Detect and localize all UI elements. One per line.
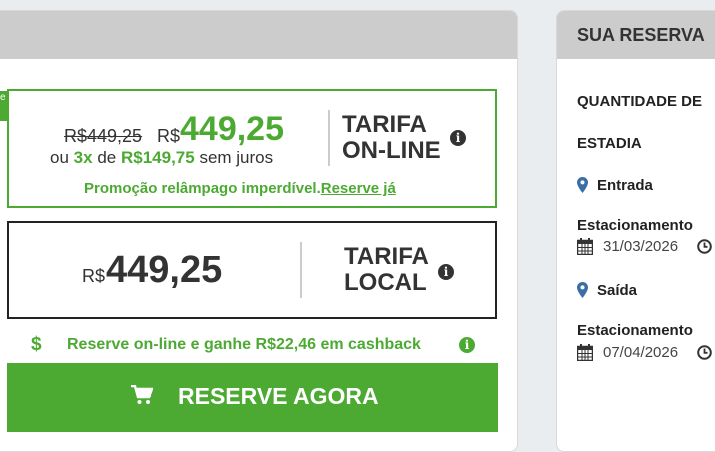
entry-parking-label: Estacionamento (577, 217, 693, 234)
installment-count: 3x (73, 148, 93, 167)
cart-icon (131, 385, 153, 404)
online-info-icon[interactable]: i (450, 130, 466, 146)
calendar-icon (577, 344, 593, 361)
installment-prefix: ou (50, 148, 69, 167)
quantity-label: QUANTIDADE DE (577, 93, 703, 110)
local-tarifa-line1: TARIFA (344, 243, 429, 270)
online-price: 449,25 (180, 110, 284, 148)
summary-title: SUA RESERVA (557, 11, 715, 59)
old-price: R$449,25 (64, 126, 143, 146)
online-divider (328, 110, 330, 166)
calendar-icon (577, 238, 593, 255)
promo-text: Promoção relâmpago imperdível.Reserve já (84, 180, 396, 197)
local-currency: R$ (82, 266, 106, 286)
entry-label: Entrada (597, 177, 653, 194)
promo-message: Promoção relâmpago imperdível. (84, 180, 321, 197)
local-info-icon[interactable]: i (438, 264, 454, 280)
online-tarifa-line1: TARIFA (342, 111, 427, 138)
local-tarifa-label: TARIFA LOCAL (344, 244, 429, 296)
location-pin-icon (577, 177, 588, 193)
reserve-now-button[interactable]: RESERVE AGORA (7, 363, 498, 432)
online-tarifa-line2: ON-LINE (342, 137, 441, 164)
cashback-text: Reserve on-line e ganhe R$22,46 em cashb… (67, 336, 421, 353)
clock-icon (697, 345, 712, 360)
stay-label: ESTADIA (577, 135, 642, 152)
exit-date: 07/04/2026 (603, 344, 679, 361)
installments-text: ou 3x de R$149,75 sem juros (50, 148, 273, 168)
local-tarifa-line2: LOCAL (344, 269, 427, 296)
exit-label: Saída (597, 282, 638, 299)
pricing-panel-header (0, 11, 517, 59)
installment-suffix: sem juros (199, 148, 274, 167)
cashback-info-icon[interactable]: i (459, 337, 475, 353)
local-divider (300, 242, 302, 298)
clock-icon (697, 239, 712, 254)
online-tab-text: e (0, 92, 6, 103)
online-currency: R$ (157, 126, 181, 146)
promo-reserve-link[interactable]: Reserve já (321, 180, 396, 197)
exit-parking-label: Estacionamento (577, 322, 693, 339)
dollar-icon: $ (31, 334, 42, 355)
location-pin-icon (577, 282, 588, 298)
installment-mid: de (97, 148, 117, 167)
installment-value: R$149,75 (120, 148, 195, 167)
entry-date: 31/03/2026 (603, 238, 679, 255)
local-price: 449,25 (106, 249, 223, 291)
online-tarifa-label: TARIFA ON-LINE (342, 112, 441, 164)
reserve-now-label: RESERVE AGORA (178, 383, 379, 409)
